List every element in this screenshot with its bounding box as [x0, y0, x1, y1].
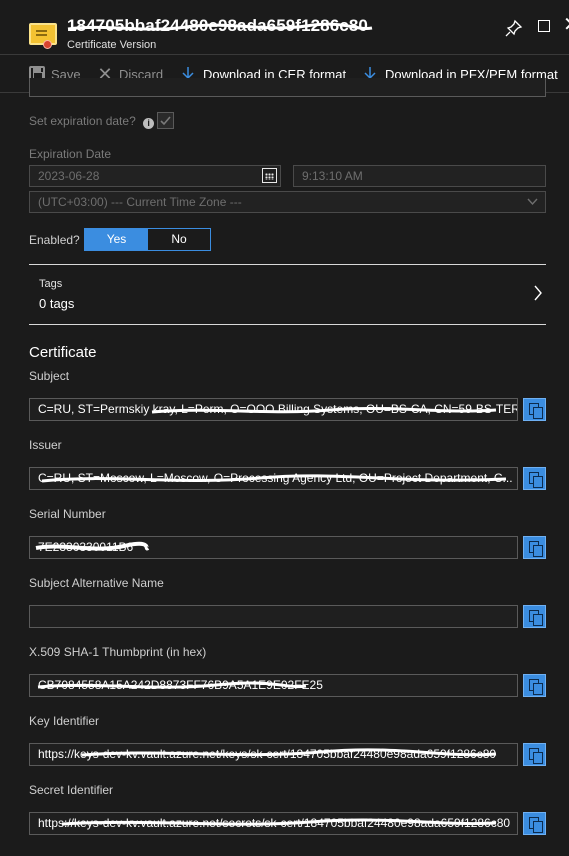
copy-secret-identifier-button[interactable] [523, 812, 546, 835]
blade-subtitle: Certificate Version [67, 39, 157, 51]
check-icon [160, 116, 171, 126]
chevron-down-icon [527, 198, 538, 206]
issuer-label: Issuer [29, 438, 62, 452]
subject-field[interactable]: C=RU, ST=Permskiy kray, L=Perm, O=OOO Bi… [29, 398, 518, 421]
expiration-date-label: Expiration Date [29, 147, 112, 161]
yes-label: Yes [106, 232, 127, 246]
enabled-label: Enabled? [29, 233, 80, 247]
san-label: Subject Alternative Name [29, 576, 164, 590]
copy-san-button[interactable] [523, 605, 546, 628]
subject-value: C=RU, ST=Permskiy kray, L=Perm, O=OOO Bi… [38, 402, 518, 416]
thumbprint-value: CB7084558A15A242D8873FF76B9A5A1E9E02FE25 [38, 678, 323, 692]
issuer-field[interactable]: C=RU, ST=Moscow, L=Moscow, O=Processing … [29, 467, 518, 490]
key-identifier-value: https://keys-dev-kv.vault.azure.net/keys… [38, 747, 497, 761]
timezone-select[interactable]: (UTC+03:00) --- Current Time Zone --- [29, 191, 546, 213]
info-icon: i [143, 118, 155, 129]
thumbprint-label: X.509 SHA-1 Thumbprint (in hex) [29, 645, 207, 659]
issuer-value: C=RU, ST=Moscow, L=Moscow, O=Processing … [38, 471, 513, 485]
close-icon[interactable]: ✕ [563, 15, 569, 35]
divider [29, 324, 546, 325]
expiration-time-input[interactable]: 9:13:10 AM [293, 165, 546, 187]
set-expiration-checkbox[interactable] [157, 112, 174, 129]
timezone-value: (UTC+03:00) --- Current Time Zone --- [38, 195, 242, 209]
key-identifier-label: Key Identifier [29, 714, 100, 728]
serial-number-label: Serial Number [29, 507, 106, 521]
tags-row[interactable]: Tags 0 tags [29, 265, 546, 324]
copy-issuer-button[interactable] [523, 467, 546, 490]
no-label: No [171, 232, 187, 246]
copy-subject-button[interactable] [523, 398, 546, 421]
thumbprint-field[interactable]: CB7084558A15A242D8873FF76B9A5A1E9E02FE25 [29, 674, 518, 697]
tags-value: 0 tags [39, 296, 75, 311]
enabled-yes-option[interactable]: Yes [85, 229, 148, 250]
scrolled-field [29, 78, 546, 97]
secret-identifier-value: https://keys-dev-kv.vault.azure.net/secr… [38, 816, 511, 830]
certificate-section-title: Certificate [29, 344, 97, 361]
enabled-toggle: Yes No [84, 228, 211, 251]
copy-key-identifier-button[interactable] [523, 743, 546, 766]
enabled-no-option[interactable]: No [148, 229, 210, 250]
secret-identifier-field[interactable]: https://keys-dev-kv.vault.azure.net/secr… [29, 812, 518, 835]
expiration-time-value: 9:13:10 AM [302, 169, 363, 183]
san-field[interactable] [29, 605, 518, 628]
copy-serial-button[interactable] [523, 536, 546, 559]
blade-header: 184705bbaf24480e98ada659f1286c80 Certifi… [0, 0, 569, 55]
calendar-icon[interactable] [262, 168, 277, 183]
expiration-date-value: 2023-06-28 [38, 169, 100, 183]
set-expiration-text: Set expiration date? [29, 114, 136, 128]
copy-thumbprint-button[interactable] [523, 674, 546, 697]
key-identifier-field[interactable]: https://keys-dev-kv.vault.azure.net/keys… [29, 743, 518, 766]
serial-number-value: 7E2330330011B6 [38, 540, 134, 554]
set-expiration-label: Set expiration date? i [29, 114, 155, 129]
certificate-icon [29, 23, 57, 49]
serial-number-field[interactable]: 7E2330330011B6 [29, 536, 518, 559]
secret-identifier-label: Secret Identifier [29, 783, 114, 797]
subject-label: Subject [29, 369, 70, 383]
maximize-icon[interactable] [538, 20, 550, 32]
blade-title: 184705bbaf24480e98ada659f1286c80 [67, 16, 368, 35]
expiration-date-input[interactable]: 2023-06-28 [29, 165, 281, 187]
tags-label: Tags [39, 278, 63, 290]
pin-icon[interactable] [505, 19, 523, 37]
chevron-right-icon [534, 285, 542, 301]
